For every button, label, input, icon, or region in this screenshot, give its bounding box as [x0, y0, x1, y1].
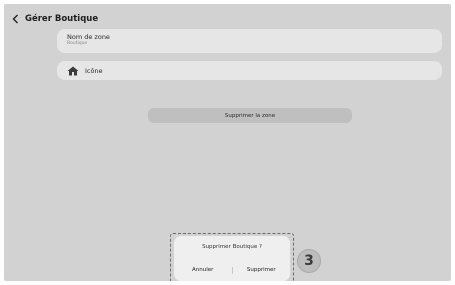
zone-name-field[interactable]: Nom de zone Boutique — [57, 29, 442, 53]
screen: Gérer Boutique Nom de zone Boutique Icôn… — [4, 4, 451, 281]
header: Gérer Boutique — [10, 12, 98, 26]
delete-confirm-dialog: Supprimer Boutique ? Annuler Supprimer — [174, 236, 290, 281]
zone-icon-label: Icône — [85, 66, 103, 75]
cancel-button[interactable]: Annuler — [174, 267, 232, 273]
confirm-delete-button[interactable]: Supprimer — [233, 267, 291, 273]
dialog-message: Supprimer Boutique ? — [202, 244, 262, 250]
zone-name-label: Nom de zone — [67, 33, 110, 41]
step-number-badge: 3 — [297, 249, 321, 273]
page-title: Gérer Boutique — [25, 14, 99, 24]
delete-zone-button[interactable]: Supprimer la zone — [148, 108, 352, 123]
home-icon — [67, 66, 79, 76]
zone-name-value: Boutique — [67, 41, 88, 46]
chevron-left-icon[interactable] — [10, 12, 20, 26]
dialog-actions: Annuler Supprimer — [174, 264, 290, 276]
zone-icon-field[interactable]: Icône — [57, 61, 442, 80]
